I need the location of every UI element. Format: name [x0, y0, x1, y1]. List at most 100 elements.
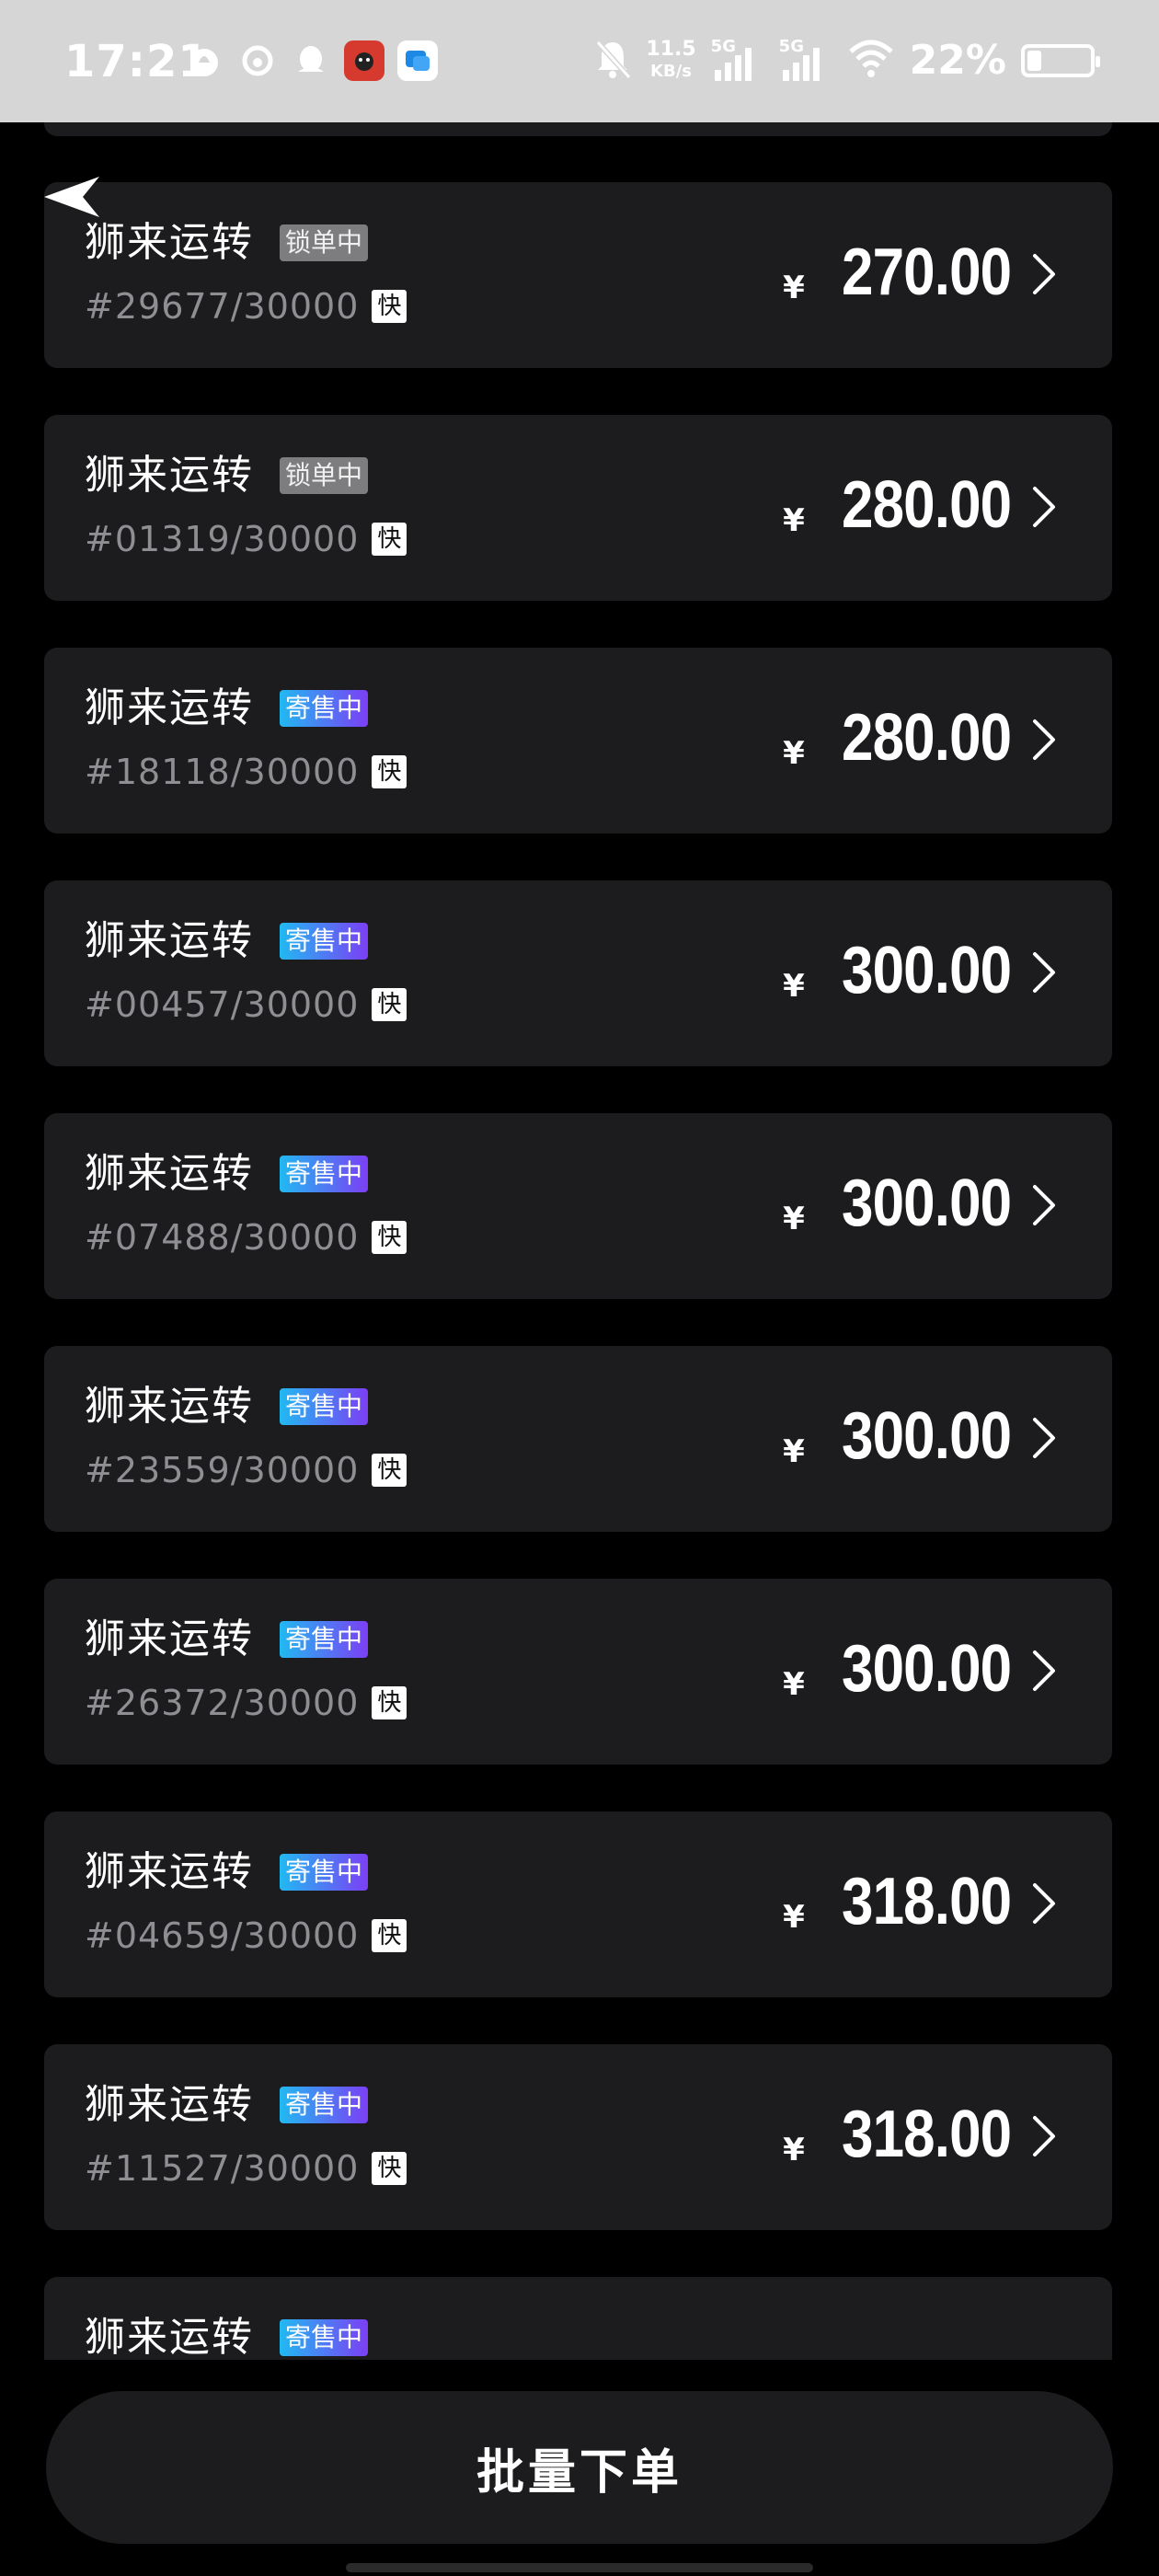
- listing-card[interactable]: 狮来运转 寄售中 #00457/30000 快 ¥ 300.00: [44, 880, 1112, 1066]
- currency-symbol: ¥: [783, 1666, 805, 1703]
- chevron-right-icon: [1031, 950, 1059, 995]
- serial-row: #26372/30000 快: [85, 1680, 407, 1726]
- flame-icon: [184, 40, 224, 81]
- currency-symbol: ¥: [783, 502, 805, 539]
- price-value: 300.00: [841, 1399, 1012, 1473]
- fast-badge: 快: [372, 1686, 407, 1719]
- status-right: 11.5 KB/s 5G 5G 22%: [594, 36, 1100, 84]
- chevron-right-icon: [1031, 2114, 1059, 2158]
- status-tag: 寄售中: [280, 690, 369, 727]
- chevron-right-icon: [1031, 252, 1059, 296]
- listing-card[interactable]: 狮来运转 寄售中 #07488/30000 快 ¥ 300.00: [44, 1113, 1112, 1299]
- fast-badge: 快: [372, 1919, 407, 1952]
- price: ¥ 318.00: [783, 2098, 1012, 2171]
- listing-card[interactable]: 狮来运转 寄售中 #23559/30000 快 ¥ 300.00: [44, 1346, 1112, 1532]
- listing-card[interactable]: 狮来运转 寄售中 #04659/30000 快 ¥ 318.00: [44, 1811, 1112, 1997]
- currency-symbol: ¥: [783, 2132, 805, 2168]
- battery-percent: 22%: [909, 37, 1006, 84]
- blue-app-icon: [397, 40, 438, 81]
- price: ¥ 280.00: [783, 701, 1012, 775]
- item-name: 狮来运转: [85, 2314, 254, 2361]
- net-speed-unit: KB/s: [650, 61, 693, 81]
- price: ¥ 300.00: [783, 934, 1012, 1007]
- fast-badge: 快: [372, 290, 407, 323]
- fast-badge: 快: [372, 755, 407, 788]
- batch-order-button[interactable]: 批量下单: [46, 2391, 1113, 2544]
- back-arrow-icon[interactable]: [42, 175, 107, 223]
- serial-number: #04659/30000: [85, 1915, 360, 1956]
- fast-badge: 快: [372, 1221, 407, 1254]
- item-name: 狮来运转: [85, 452, 254, 499]
- status-tag: 寄售中: [280, 923, 369, 960]
- fast-badge: 快: [372, 1454, 407, 1487]
- signal-2-label: 5G: [778, 36, 804, 56]
- status-tag: 寄售中: [280, 2087, 369, 2123]
- bell-off-icon: [594, 39, 632, 83]
- price-value: 270.00: [841, 236, 1012, 309]
- net-speed-value: 11.5: [646, 37, 696, 61]
- serial-number: #07488/30000: [85, 1217, 360, 1258]
- serial-number: #26372/30000: [85, 1683, 360, 1723]
- status-tag: 锁单中: [280, 224, 369, 261]
- serial-row: #04659/30000 快: [85, 1913, 407, 1959]
- fast-badge: 快: [372, 988, 407, 1021]
- status-tag: 寄售中: [280, 1621, 369, 1658]
- chevron-right-icon: [1031, 718, 1059, 762]
- signal-1-label: 5G: [710, 36, 736, 56]
- battery-icon: [1021, 43, 1100, 77]
- chevron-right-icon: [1031, 485, 1059, 529]
- serial-row: #00457/30000 快: [85, 982, 407, 1028]
- status-tag: 寄售中: [280, 2319, 369, 2356]
- status-tag: 锁单中: [280, 457, 369, 494]
- item-name: 狮来运转: [85, 219, 254, 266]
- currency-symbol: ¥: [783, 270, 805, 306]
- status-bar: 17:21 11.5 KB/s 5G 5G 22%: [0, 0, 1159, 122]
- serial-number: #01319/30000: [85, 519, 360, 559]
- serial-number: #23559/30000: [85, 1450, 360, 1490]
- cellular-signal-1: 5G: [710, 36, 764, 81]
- fast-badge: 快: [372, 2152, 407, 2185]
- price-value: 318.00: [841, 2098, 1012, 2171]
- item-name: 狮来运转: [85, 2081, 254, 2128]
- listing-card[interactable]: 狮来运转 寄售中 #18118/30000 快 ¥ 280.00: [44, 648, 1112, 834]
- item-name: 狮来运转: [85, 917, 254, 964]
- fast-badge: 快: [372, 523, 407, 556]
- serial-row: #11527/30000 快: [85, 2145, 407, 2191]
- cellular-signal-2: 5G: [778, 36, 832, 81]
- battery-level: [1027, 50, 1041, 71]
- notification-icons: [184, 40, 438, 81]
- qq-icon: [291, 40, 331, 81]
- price-value: 300.00: [841, 1167, 1012, 1240]
- serial-number: #11527/30000: [85, 2148, 360, 2189]
- price-value: 280.00: [841, 468, 1012, 542]
- serial-number: #29677/30000: [85, 286, 360, 327]
- price-value: 318.00: [841, 1865, 1012, 1938]
- item-name: 狮来运转: [85, 1150, 254, 1197]
- price: ¥ 270.00: [783, 236, 1012, 309]
- red-app-icon: [344, 40, 384, 81]
- item-name: 狮来运转: [85, 684, 254, 731]
- home-indicator[interactable]: [346, 2563, 813, 2572]
- price-value: 300.00: [841, 934, 1012, 1007]
- price: ¥ 300.00: [783, 1632, 1012, 1706]
- wifi-icon: [847, 39, 895, 83]
- chevron-right-icon: [1031, 1183, 1059, 1227]
- item-name: 狮来运转: [85, 1616, 254, 1662]
- price: ¥ 280.00: [783, 468, 1012, 542]
- app-screen: 17:21 11.5 KB/s 5G 5G 22% 狮来运转 锁单中 #2967…: [0, 0, 1159, 2576]
- listing-card[interactable]: 狮来运转 寄售中 #26372/30000 快 ¥ 300.00: [44, 1579, 1112, 1765]
- price-value: 300.00: [841, 1632, 1012, 1706]
- listing-card[interactable]: 狮来运转 锁单中 #01319/30000 快 ¥ 280.00: [44, 415, 1112, 601]
- price-value: 280.00: [841, 701, 1012, 775]
- currency-symbol: ¥: [783, 1899, 805, 1936]
- status-tag: 寄售中: [280, 1388, 369, 1425]
- currency-symbol: ¥: [783, 1433, 805, 1470]
- serial-row: #29677/30000 快: [85, 283, 407, 329]
- chevron-right-icon: [1031, 1649, 1059, 1693]
- currency-symbol: ¥: [783, 1201, 805, 1237]
- listing-card[interactable]: 狮来运转 寄售中 #11527/30000 快 ¥ 318.00: [44, 2044, 1112, 2230]
- price: ¥ 300.00: [783, 1399, 1012, 1473]
- swirl-icon: [237, 40, 278, 81]
- listing-card[interactable]: 狮来运转 锁单中 #29677/30000 快 ¥ 270.00: [44, 182, 1112, 368]
- item-name: 狮来运转: [85, 1848, 254, 1895]
